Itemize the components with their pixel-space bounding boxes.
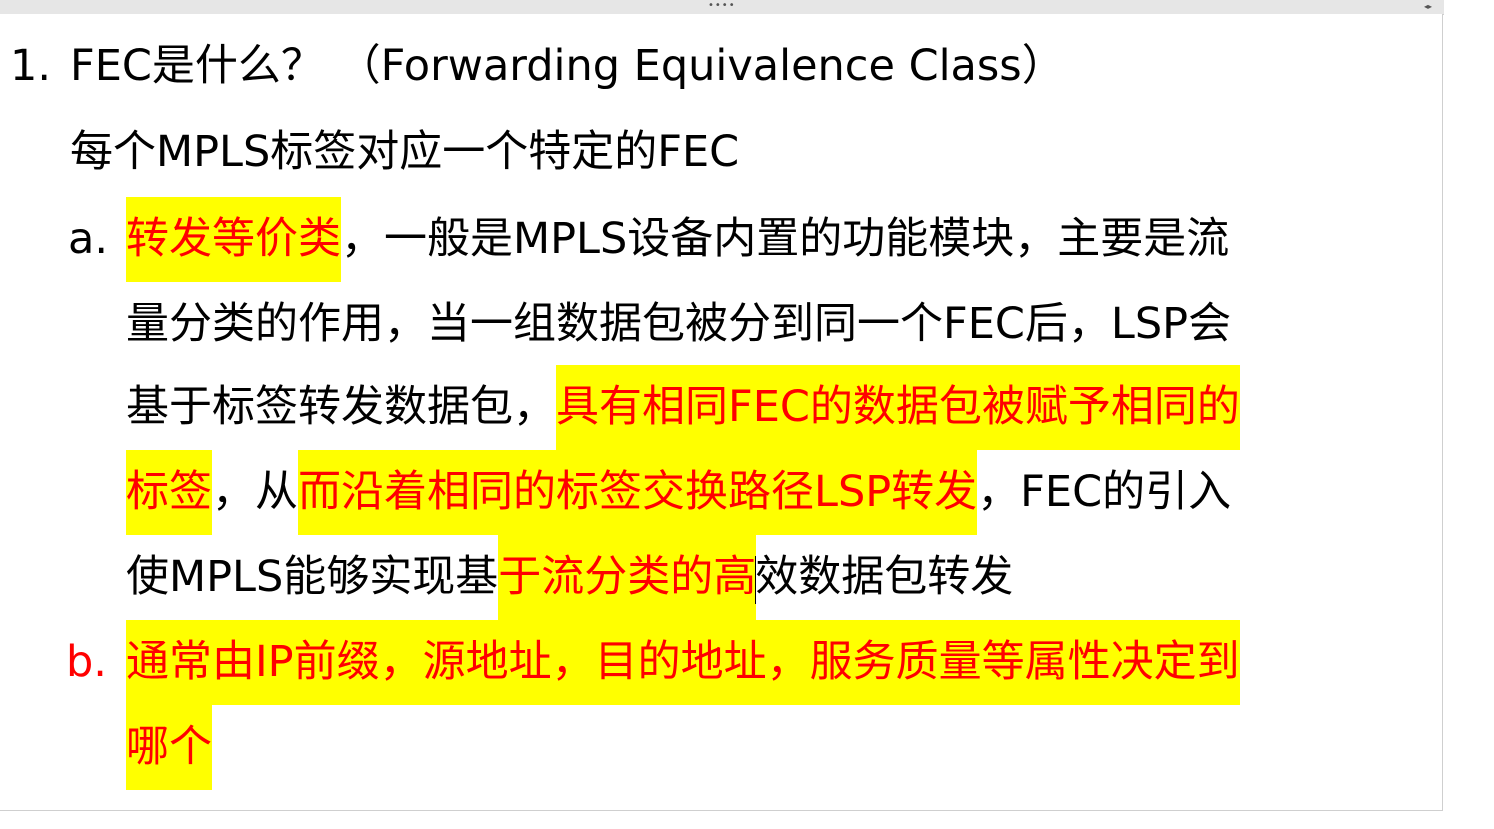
item-b-line-2: 哪个 bbox=[126, 705, 212, 790]
plain-text: 使MPLS能够实现基 bbox=[126, 552, 499, 602]
item-b-line-1: 通常由IP前缀，源地址，目的地址，服务质量等属性决定到 bbox=[126, 620, 1240, 705]
item-a-line-3: 基于标签转发数据包，具有相同FEC的数据包被赋予相同的 bbox=[126, 365, 1240, 450]
drag-handle-icon[interactable]: •••• bbox=[708, 0, 736, 12]
item-a-line-2: 量分类的作用，当一组数据包被分到同一个FEC后，LSP会 bbox=[126, 299, 1232, 349]
heading-title: FEC是什么？ （Forwarding Equivalence Class） bbox=[70, 41, 1065, 91]
highlight-red: 标签 bbox=[126, 450, 212, 535]
plain-text: ，从 bbox=[212, 467, 298, 517]
highlight-red: 而沿着相同的标签交换路径LSP转发 bbox=[298, 450, 978, 535]
plain-text: ，一般是MPLS设备内置的功能模块，主要是流 bbox=[341, 214, 1230, 264]
highlight-red: 哪个 bbox=[126, 705, 212, 790]
heading-number: 1. bbox=[10, 41, 52, 91]
item-a-line-4: 标签，从而沿着相同的标签交换路径LSP转发，FEC的引入 bbox=[126, 450, 1231, 535]
subheading: 每个MPLS标签对应一个特定的FEC bbox=[70, 127, 740, 177]
scroll-arrows-icon[interactable]: ◂▸ bbox=[1424, 1, 1432, 13]
plain-text: ，FEC的引入 bbox=[977, 467, 1232, 517]
highlight-red: 于流分类的高 bbox=[498, 535, 757, 620]
plain-text: 效数据包转发 bbox=[755, 552, 1014, 602]
top-toolbar: •••• ◂▸ bbox=[0, 0, 1444, 15]
highlight-red: 转发等价类 bbox=[126, 197, 341, 282]
item-a-line-5: 使MPLS能够实现基于流分类的高效数据包转发 bbox=[126, 535, 1013, 620]
list-marker-b: b. bbox=[66, 637, 107, 687]
highlight-red: 通常由IP前缀，源地址，目的地址，服务质量等属性决定到 bbox=[126, 620, 1240, 705]
highlight-red: 具有相同FEC的数据包被赋予相同的 bbox=[556, 365, 1240, 450]
list-marker-a: a. bbox=[68, 214, 109, 264]
item-a-line-1: 转发等价类，一般是MPLS设备内置的功能模块，主要是流 bbox=[126, 197, 1229, 282]
plain-text: 基于标签转发数据包， bbox=[126, 382, 556, 432]
